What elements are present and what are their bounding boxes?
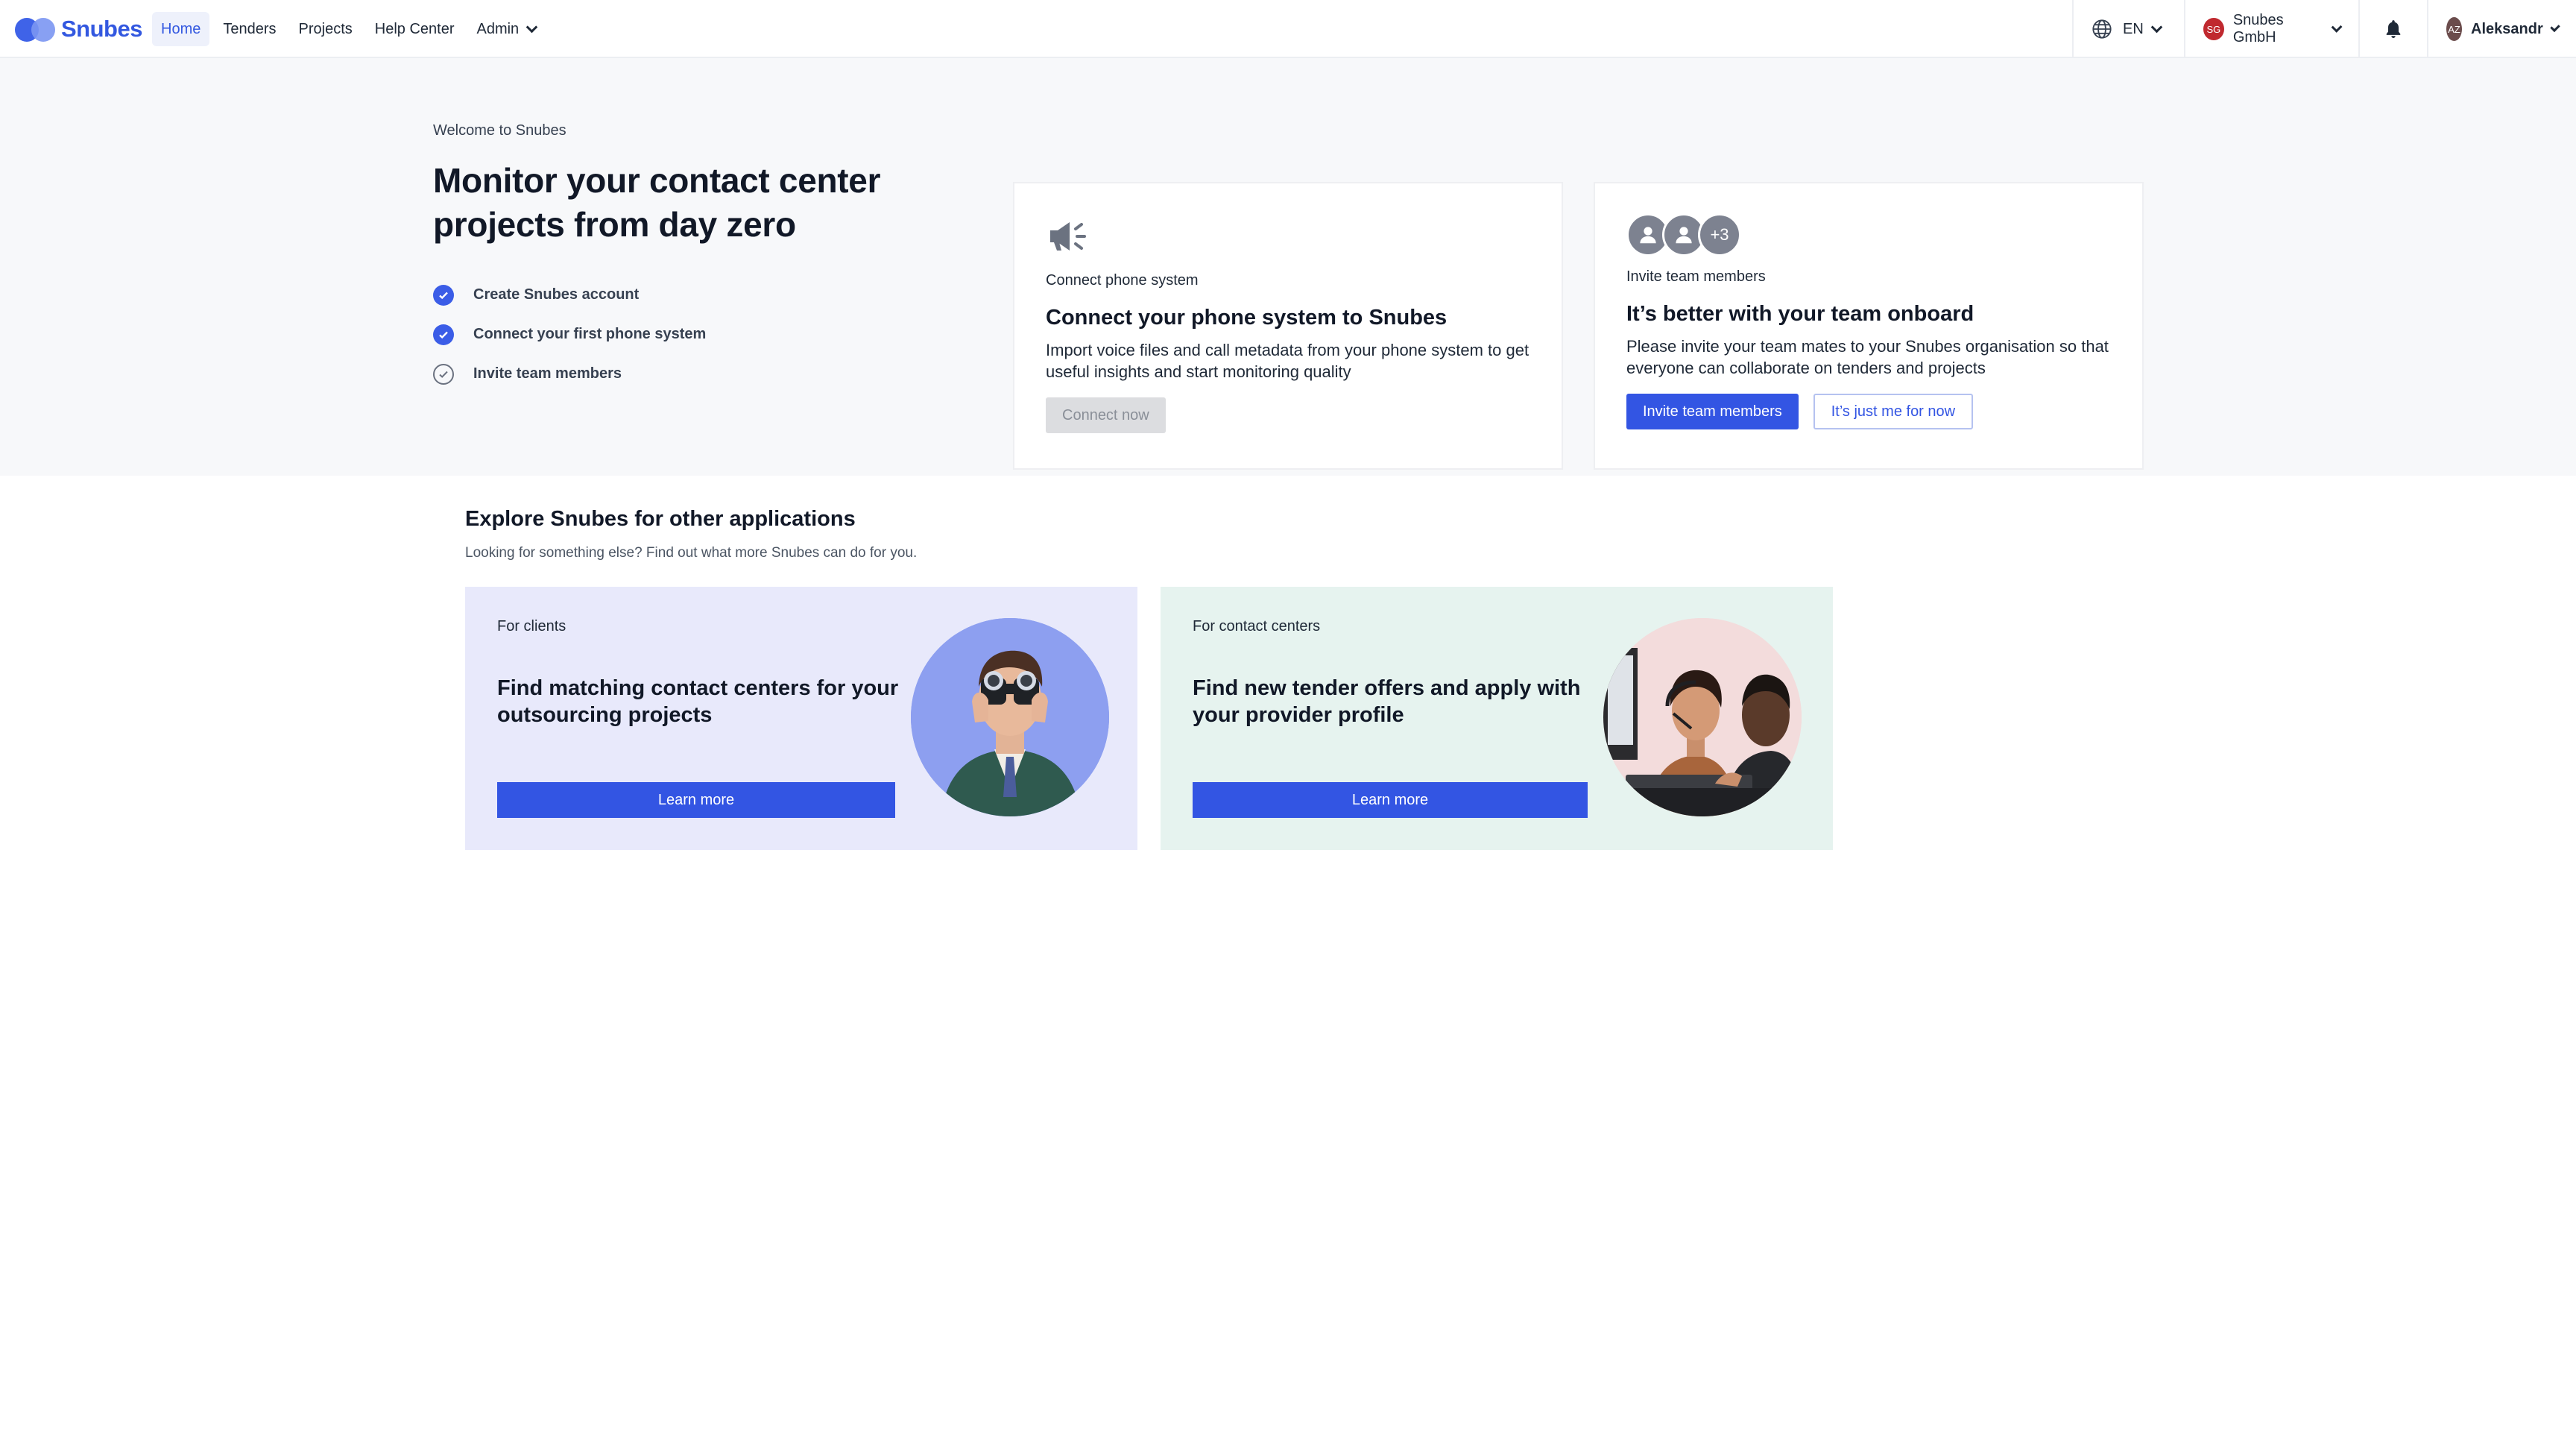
- invite-team-card-body: +3 Invite team members It’s better with …: [1626, 213, 2112, 429]
- for-contact-centers-learn-more-button[interactable]: Learn more: [1193, 782, 1588, 818]
- for-clients-card: For clients Find matching contact center…: [465, 587, 1137, 850]
- just-me-button[interactable]: It’s just me for now: [1813, 394, 1974, 429]
- page-title-line2: projects from day zero: [433, 205, 796, 244]
- top-right-controls: EN SG Snubes GmbH AZ Aleksandr: [2072, 0, 2576, 58]
- globe-icon: [2092, 19, 2112, 39]
- invite-team-kicker: Invite team members: [1626, 268, 1766, 285]
- snubes-logo-icon: [15, 16, 57, 42]
- welcome-eyebrow: Welcome to Snubes: [433, 122, 566, 139]
- checklist-label: Connect your first phone system: [473, 326, 707, 342]
- connect-phone-kicker: Connect phone system: [1046, 272, 1199, 289]
- checklist-item: Create Snubes account: [433, 275, 910, 315]
- team-avatar-stack: +3: [1626, 213, 2112, 256]
- chevron-down-icon: [2331, 21, 2343, 33]
- org-avatar: SG: [2203, 18, 2224, 40]
- organization-selector[interactable]: SG Snubes GmbH: [2184, 0, 2358, 58]
- for-contact-centers-kicker: For contact centers: [1193, 618, 1321, 634]
- user-menu[interactable]: AZ Aleksandr: [2427, 0, 2576, 58]
- chevron-down-icon: [2150, 21, 2163, 33]
- check-circle-outline-icon: [433, 363, 454, 385]
- onboarding-checklist: Create Snubes account Connect your first…: [433, 275, 910, 394]
- bell-icon: [2386, 20, 2401, 38]
- checklist-item: Invite team members: [433, 354, 910, 394]
- nav-projects[interactable]: Projects: [290, 12, 362, 46]
- explore-subtitle: Looking for something else? Find out wha…: [465, 545, 918, 561]
- invite-team-card: +3 Invite team members It’s better with …: [1594, 182, 2144, 470]
- welcome-section: Welcome to Snubes Monitor your contact c…: [0, 58, 2576, 476]
- for-clients-learn-more-button[interactable]: Learn more: [497, 782, 895, 818]
- page-title-line1: Monitor your contact center: [433, 161, 881, 200]
- nav-home[interactable]: Home: [152, 12, 210, 46]
- connect-now-button[interactable]: Connect now: [1046, 397, 1166, 433]
- explore-section: Explore Snubes for other applications Lo…: [465, 507, 1834, 561]
- language-label: EN: [2123, 20, 2144, 37]
- for-contact-centers-card: For contact centers Find new tender offe…: [1161, 587, 1833, 850]
- chevron-down-icon: [525, 21, 538, 33]
- notifications-button[interactable]: [2358, 0, 2427, 58]
- top-navigation-bar: Snubes Home Tenders Projects Help Center…: [0, 0, 2576, 58]
- megaphone-icon: [1050, 222, 1086, 251]
- brand-name: Snubes: [61, 16, 142, 42]
- user-avatar: AZ: [2446, 17, 2463, 41]
- call-center-agents-illustration: [1603, 618, 1802, 816]
- nav-help-center[interactable]: Help Center: [366, 12, 464, 46]
- welcome-intro: Welcome to Snubes Monitor your contact c…: [433, 122, 910, 394]
- connect-phone-card-body: Connect phone system Connect your phone …: [1046, 219, 1532, 433]
- check-circle-filled-icon: [433, 284, 454, 306]
- org-name: Snubes GmbH: [2232, 12, 2284, 45]
- for-contact-centers-title: Find new tender offers and apply with yo…: [1193, 676, 1581, 727]
- more-members-badge: +3: [1698, 213, 1741, 256]
- check-circle-filled-icon: [433, 324, 454, 345]
- invite-team-description: Please invite your team mates to your Sn…: [1626, 337, 2109, 377]
- main-nav: Home Tenders Projects Help Center Admin: [152, 12, 545, 46]
- user-name: Aleksandr: [2471, 20, 2543, 37]
- invite-team-actions: Invite team members It’s just me for now: [1626, 394, 2112, 429]
- checklist-label: Invite team members: [473, 365, 622, 382]
- nav-admin-label: Admin: [476, 20, 520, 37]
- invite-team-members-button[interactable]: Invite team members: [1626, 394, 1799, 429]
- for-clients-title: Find matching contact centers for your o…: [497, 676, 899, 727]
- chevron-down-icon: [2550, 22, 2560, 32]
- explore-title: Explore Snubes for other applications: [465, 507, 856, 531]
- connect-phone-title: Connect your phone system to Snubes: [1046, 306, 1448, 330]
- page-title: Monitor your contact center projects fro…: [433, 159, 910, 247]
- invite-team-title: It’s better with your team onboard: [1626, 302, 1974, 326]
- language-selector[interactable]: EN: [2072, 0, 2184, 58]
- for-clients-kicker: For clients: [497, 618, 566, 634]
- nav-tenders[interactable]: Tenders: [214, 12, 285, 46]
- snubes-logo[interactable]: Snubes: [15, 16, 142, 42]
- binoculars-person-illustration: [911, 618, 1109, 816]
- connect-phone-description: Import voice files and call metadata fro…: [1046, 341, 1530, 381]
- checklist-item: Connect your first phone system: [433, 315, 910, 354]
- checklist-label: Create Snubes account: [473, 286, 640, 303]
- nav-admin[interactable]: Admin: [467, 12, 545, 46]
- connect-phone-card: Connect phone system Connect your phone …: [1013, 182, 1563, 470]
